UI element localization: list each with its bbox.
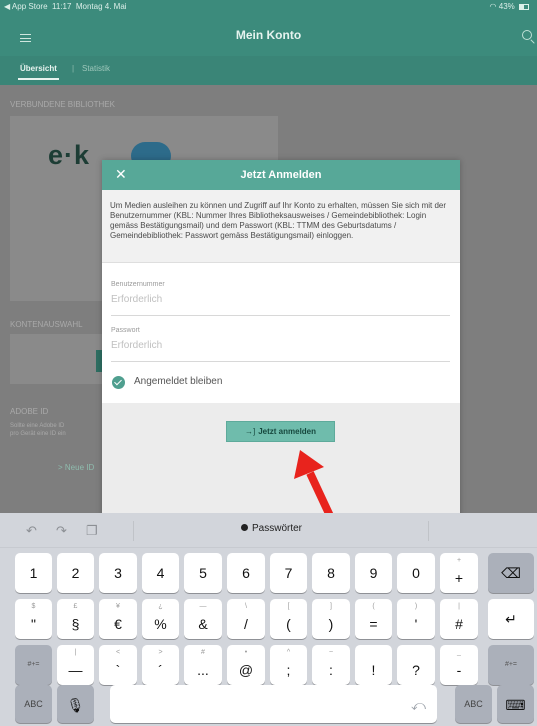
search-icon[interactable] <box>522 30 532 40</box>
tab-separator: | <box>72 64 75 73</box>
key-dictation[interactable]: 🎙︎ <box>57 685 94 723</box>
key-backspace[interactable]: ⌫ <box>488 553 534 593</box>
key-dash[interactable]: | — <box>57 645 94 685</box>
key-symbols-right[interactable]: #+= <box>488 645 534 685</box>
library-logo-text: e·k <box>48 140 91 170</box>
backspace-icon: ⌫ <box>501 565 521 581</box>
key-4[interactable]: 4 <box>142 553 179 593</box>
passwords-button[interactable]: Passwörter <box>241 523 302 534</box>
key-ellipsis[interactable]: #... <box>184 645 222 685</box>
key-9[interactable]: 9 <box>355 553 392 593</box>
tab-overview[interactable]: Übersicht <box>18 64 59 80</box>
section-library-heading: VERBUNDENE BIBLIOTHEK <box>10 100 115 109</box>
tab-statistics[interactable]: Statistik <box>82 64 110 73</box>
key-symbols-left[interactable]: #+= <box>15 645 52 685</box>
login-button-label: Jetzt anmelden <box>258 427 317 436</box>
key-slash[interactable]: \ / <box>227 599 265 639</box>
key-backtick[interactable]: < ` <box>99 645 137 685</box>
key-2[interactable]: 2 <box>57 553 94 593</box>
key-question[interactable]: ? <box>397 645 435 685</box>
status-date: Montag 4. Mai <box>75 2 127 11</box>
nav-bar: Mein Konto <box>0 14 537 56</box>
username-input[interactable] <box>111 292 450 306</box>
key-icon <box>241 524 248 531</box>
key-6[interactable]: 6 <box>227 553 265 593</box>
password-input[interactable] <box>111 338 450 352</box>
password-field: Passwort <box>111 327 450 362</box>
keyboard-shortcut-bar: ↶ ↷ ❐ Passwörter <box>0 513 537 548</box>
tab-bar: Übersicht | Statistik <box>0 56 537 85</box>
new-adobe-id-link[interactable]: > Neue ID <box>58 463 94 472</box>
redo-icon[interactable]: ↷ <box>56 523 67 539</box>
key-plus[interactable]: + + <box>440 553 478 593</box>
key-quote[interactable]: $ " <box>15 599 52 639</box>
keyboard-icon: ⌨ <box>505 697 526 713</box>
checkmark-icon[interactable] <box>112 376 125 389</box>
key-3[interactable]: 3 <box>99 553 137 593</box>
wifi-icon: ◠ <box>489 2 497 11</box>
key-colon[interactable]: ~: <box>312 645 350 685</box>
key-0[interactable]: 0 <box>397 553 435 593</box>
login-dialog: ✕ Jetzt Anmelden Um Medien ausleihen zu … <box>102 160 460 520</box>
key-apostrophe[interactable]: ) ' <box>397 599 435 639</box>
account-card <box>10 334 102 384</box>
battery-icon <box>519 3 529 10</box>
username-label: Benutzernummer <box>111 281 165 288</box>
undo-typing-icon: ⤺ <box>411 697 426 713</box>
paste-icon[interactable]: ❐ <box>86 523 98 539</box>
status-left[interactable]: ◀ App Store 11:17 Montag 4. Mai <box>4 0 127 14</box>
key-1[interactable]: 1 <box>15 553 52 593</box>
password-label: Passwort <box>111 327 140 334</box>
key-close-paren[interactable]: ]) <box>312 599 350 639</box>
adobe-text-1: Sollte eine Adobe ID <box>10 423 65 429</box>
adobe-text-2: pro Gerät eine ID ein <box>10 431 66 437</box>
dialog-title: Jetzt Anmelden <box>240 169 322 181</box>
shortcut-divider <box>428 521 429 541</box>
login-button[interactable]: →] Jetzt anmelden <box>226 421 335 442</box>
key-abc-right[interactable]: ABC <box>455 685 492 723</box>
dialog-info-text: Um Medien ausleihen zu können und Zugrif… <box>102 190 460 263</box>
key-return[interactable]: ↵ <box>488 599 534 639</box>
login-icon: →] <box>244 427 256 436</box>
status-bar: ◀ App Store 11:17 Montag 4. Mai ◠ 43% <box>0 0 537 14</box>
passwords-label: Passwörter <box>252 523 303 534</box>
key-hide-keyboard[interactable]: ⌨ <box>497 685 534 723</box>
key-space[interactable] <box>110 685 437 723</box>
key-percent[interactable]: ¿% <box>142 599 179 639</box>
shortcut-divider <box>133 521 134 541</box>
return-icon: ↵ <box>505 611 517 627</box>
status-time: 11:17 <box>51 2 72 11</box>
key-hyphen[interactable]: _ - <box>440 645 478 685</box>
key-ampersand[interactable]: — & <box>184 599 222 639</box>
section-adobe-heading: ADOBE ID <box>10 407 49 416</box>
battery-percent: 43% <box>498 2 515 11</box>
username-field: Benutzernummer <box>111 281 450 316</box>
key-exclamation[interactable]: ! <box>355 645 392 685</box>
section-account-heading: KONTENAUSWAHL <box>10 320 83 329</box>
undo-key-area[interactable]: ⤺ <box>400 685 437 723</box>
key-section[interactable]: £ § <box>57 599 94 639</box>
microphone-icon: 🎙︎ <box>66 697 85 713</box>
key-at[interactable]: • @ <box>227 645 265 685</box>
page-title: Mein Konto <box>235 28 302 42</box>
status-right: ◠ 43% <box>490 0 529 14</box>
on-screen-keyboard: ↶ ↷ ❐ Passwörter 1 2 3 4 5 6 7 8 9 0 + + … <box>0 513 537 726</box>
key-abc-left[interactable]: ABC <box>15 685 52 723</box>
key-euro[interactable]: ¥ € <box>99 599 137 639</box>
back-to-app-store[interactable]: ◀ App Store <box>4 2 48 11</box>
dialog-header: ✕ Jetzt Anmelden <box>102 160 460 190</box>
key-hash[interactable]: | # <box>440 599 478 639</box>
key-8[interactable]: 8 <box>312 553 350 593</box>
remember-me-label: Angemeldet bleiben <box>134 376 223 387</box>
key-acute[interactable]: > ´ <box>142 645 179 685</box>
key-5[interactable]: 5 <box>184 553 222 593</box>
key-open-paren[interactable]: [( <box>270 599 307 639</box>
undo-icon[interactable]: ↶ <box>26 523 37 539</box>
key-semicolon[interactable]: ^; <box>270 645 307 685</box>
key-7[interactable]: 7 <box>270 553 307 593</box>
key-equals[interactable]: (= <box>355 599 392 639</box>
